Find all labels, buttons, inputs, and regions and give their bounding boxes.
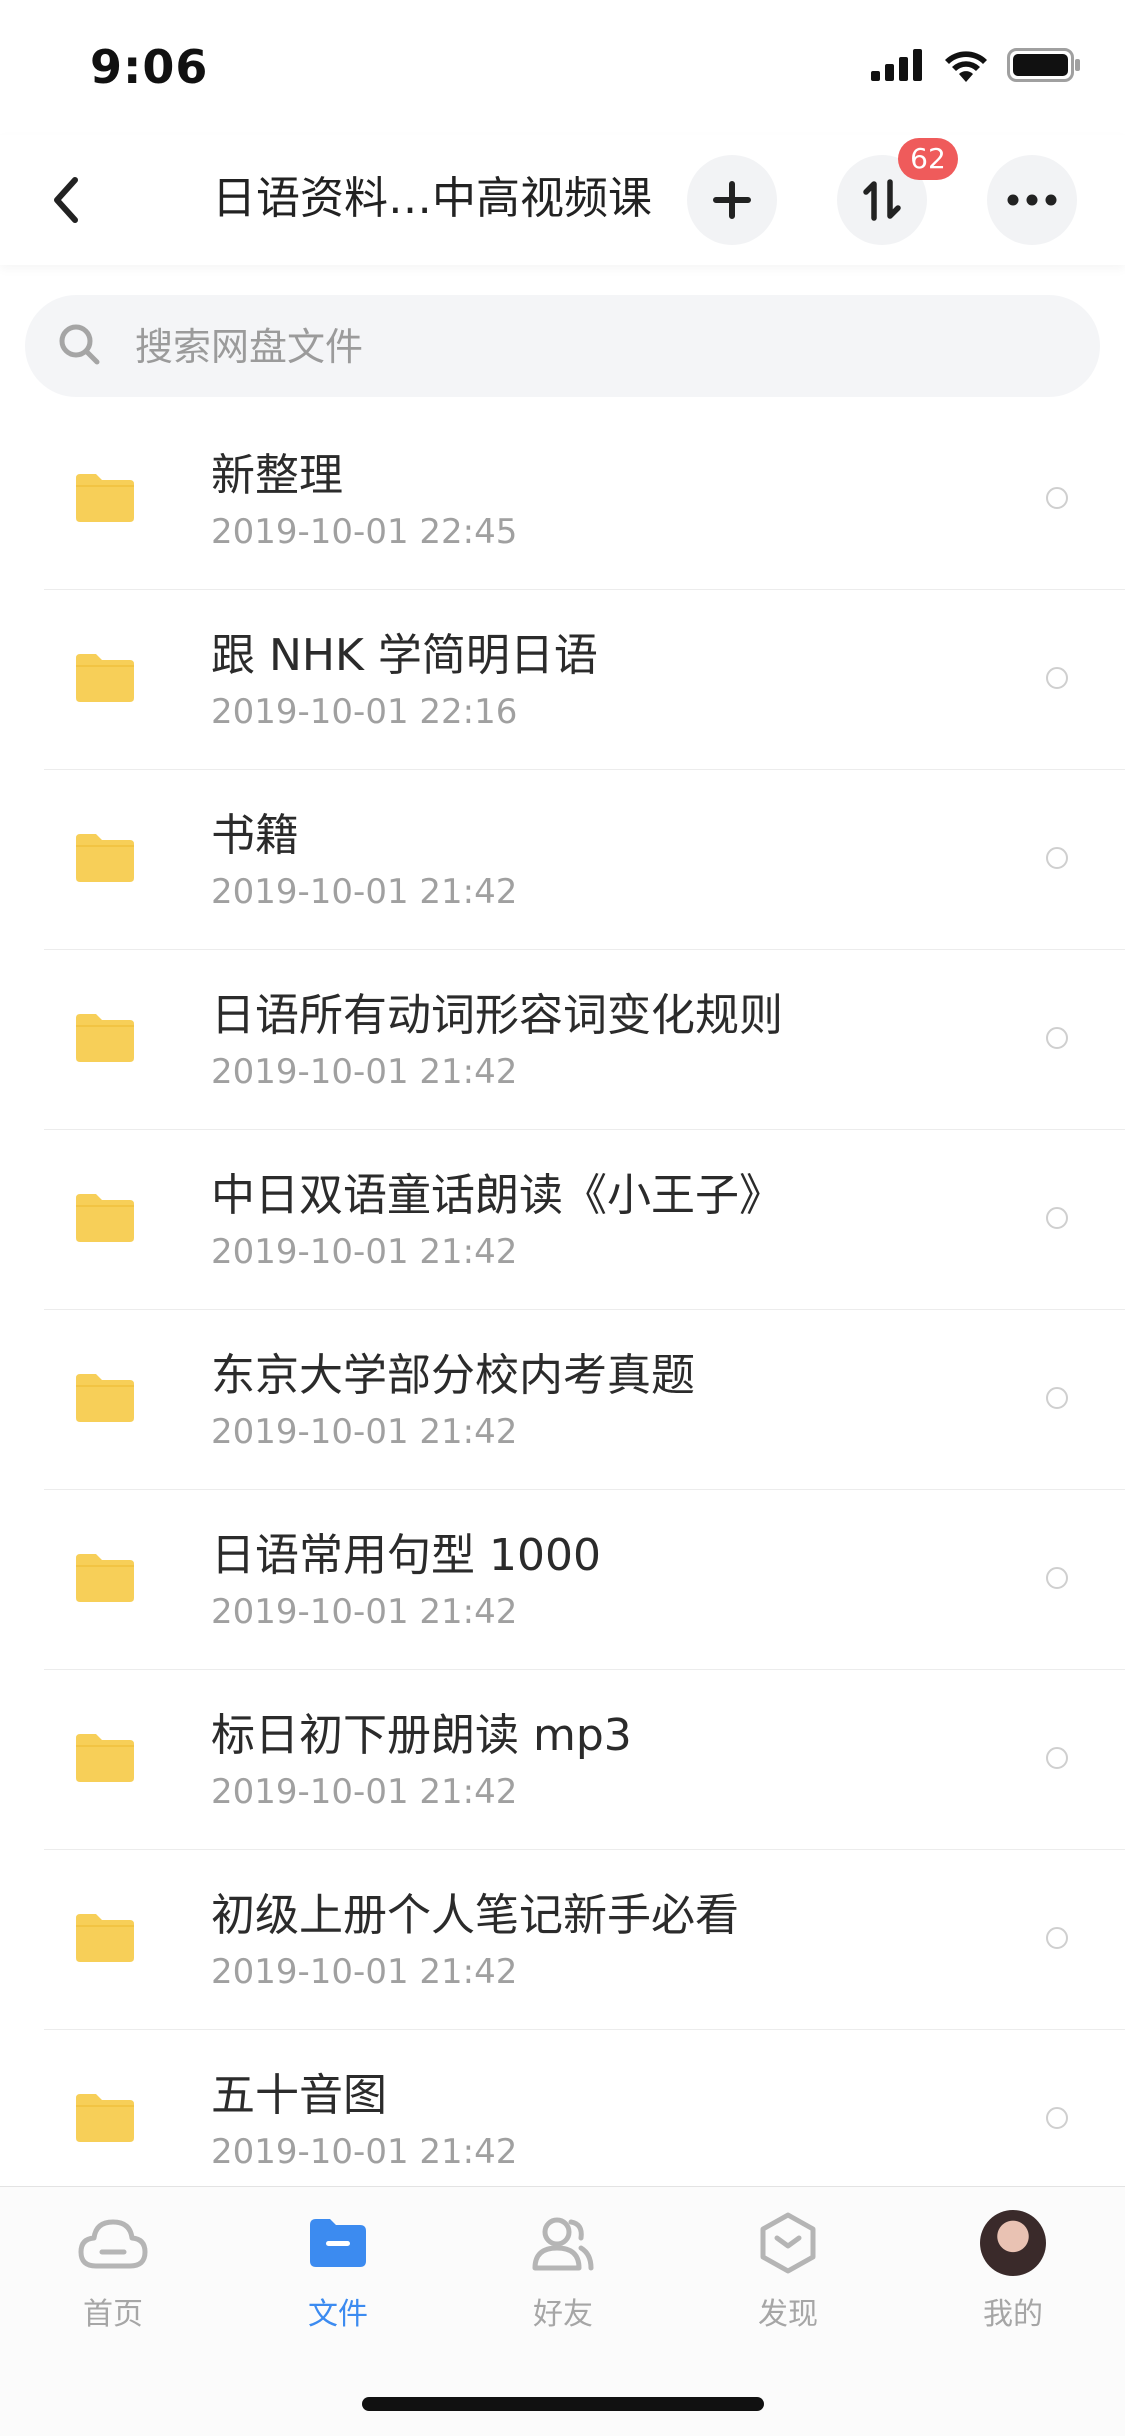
folder-icon bbox=[76, 1374, 134, 1422]
file-date: 2019-10-01 21:42 bbox=[211, 1232, 518, 1272]
status-bar: 9:06 bbox=[0, 0, 1125, 135]
folder-icon bbox=[76, 2094, 134, 2142]
back-button[interactable] bbox=[36, 167, 96, 233]
app-screen: 9:06 日语资料…中高视频课 62 搜索网盘文件 新整理 2019-10-01… bbox=[0, 0, 1125, 2436]
file-row[interactable]: 书籍 2019-10-01 21:42 bbox=[0, 770, 1125, 950]
file-date: 2019-10-01 21:42 bbox=[211, 1052, 518, 1092]
select-checkbox[interactable] bbox=[1046, 487, 1068, 509]
file-row[interactable]: 日语常用句型 1000 2019-10-01 21:42 bbox=[0, 1490, 1125, 1670]
file-row[interactable]: 东京大学部分校内考真题 2019-10-01 21:42 bbox=[0, 1310, 1125, 1490]
file-name: 跟 NHK 学简明日语 bbox=[211, 630, 598, 681]
page-title: 日语资料…中高视频课 bbox=[212, 173, 652, 224]
tab-discover[interactable]: 发现 bbox=[708, 2207, 868, 2337]
signal-icon bbox=[871, 49, 922, 81]
file-date: 2019-10-01 21:42 bbox=[211, 1772, 518, 1812]
file-row[interactable]: 日语所有动词形容词变化规则 2019-10-01 21:42 bbox=[0, 950, 1125, 1130]
add-button[interactable] bbox=[687, 155, 777, 245]
file-list: 新整理 2019-10-01 22:45 跟 NHK 学简明日语 2019-10… bbox=[0, 410, 1125, 2210]
friends-icon bbox=[532, 2217, 594, 2271]
file-date: 2019-10-01 21:42 bbox=[211, 1412, 518, 1452]
file-name: 日语常用句型 1000 bbox=[211, 1530, 601, 1581]
file-row[interactable]: 标日初下册朗读 mp3 2019-10-01 21:42 bbox=[0, 1670, 1125, 1850]
transfer-arrows-icon bbox=[863, 179, 901, 221]
file-name: 日语所有动词形容词变化规则 bbox=[211, 990, 783, 1041]
file-name: 东京大学部分校内考真题 bbox=[211, 1350, 695, 1401]
file-name: 中日双语童话朗读《小王子》 bbox=[211, 1170, 783, 1221]
discover-icon bbox=[760, 2212, 816, 2274]
select-checkbox[interactable] bbox=[1046, 1027, 1068, 1049]
folder-icon bbox=[76, 474, 134, 522]
folder-icon bbox=[76, 1554, 134, 1602]
tab-label: 我的 bbox=[983, 2297, 1043, 2332]
select-checkbox[interactable] bbox=[1046, 2107, 1068, 2129]
file-date: 2019-10-01 22:16 bbox=[211, 692, 518, 732]
wifi-icon bbox=[945, 51, 987, 82]
battery-icon bbox=[1007, 48, 1080, 82]
chevron-left-icon bbox=[54, 177, 78, 223]
home-indicator[interactable] bbox=[362, 2397, 764, 2411]
file-date: 2019-10-01 22:45 bbox=[211, 512, 518, 552]
folder-icon bbox=[76, 1734, 134, 1782]
file-date: 2019-10-01 21:42 bbox=[211, 1592, 518, 1632]
status-icons bbox=[871, 48, 1081, 82]
select-checkbox[interactable] bbox=[1046, 1747, 1068, 1769]
select-checkbox[interactable] bbox=[1046, 1927, 1068, 1949]
tab-label: 好友 bbox=[533, 2297, 593, 2332]
file-row[interactable]: 跟 NHK 学简明日语 2019-10-01 22:16 bbox=[0, 590, 1125, 770]
more-dots-icon bbox=[1007, 194, 1057, 206]
folder-icon bbox=[310, 2219, 366, 2267]
search-bar[interactable] bbox=[25, 295, 1100, 399]
file-date: 2019-10-01 21:42 bbox=[211, 872, 518, 912]
tab-label: 首页 bbox=[83, 2297, 143, 2332]
folder-icon bbox=[76, 1194, 134, 1242]
file-row[interactable]: 新整理 2019-10-01 22:45 bbox=[0, 410, 1125, 590]
file-row[interactable]: 中日双语童话朗读《小王子》 2019-10-01 21:42 bbox=[0, 1130, 1125, 1310]
select-checkbox[interactable] bbox=[1046, 1387, 1068, 1409]
search-icon bbox=[59, 324, 100, 365]
tab-files[interactable]: 文件 bbox=[258, 2207, 418, 2337]
tab-mine[interactable]: 我的 bbox=[933, 2207, 1093, 2337]
select-checkbox[interactable] bbox=[1046, 1207, 1068, 1229]
file-row[interactable]: 初级上册个人笔记新手必看 2019-10-01 21:42 bbox=[0, 1850, 1125, 2030]
folder-icon bbox=[76, 1914, 134, 1962]
tab-friends[interactable]: 好友 bbox=[483, 2207, 643, 2337]
tab-label: 文件 bbox=[308, 2297, 368, 2332]
cloud-icon bbox=[78, 2219, 148, 2269]
folder-icon bbox=[76, 654, 134, 702]
file-name: 标日初下册朗读 mp3 bbox=[211, 1710, 632, 1761]
file-date: 2019-10-01 21:42 bbox=[211, 2132, 518, 2172]
file-name: 书籍 bbox=[211, 810, 299, 861]
status-time: 9:06 bbox=[90, 40, 209, 94]
tab-label: 发现 bbox=[758, 2297, 818, 2332]
tab-home[interactable]: 首页 bbox=[33, 2207, 193, 2337]
search-input[interactable] bbox=[133, 295, 1037, 399]
avatar bbox=[980, 2210, 1046, 2276]
file-row[interactable]: 五十音图 2019-10-01 21:42 bbox=[0, 2030, 1125, 2210]
plus-icon bbox=[713, 181, 751, 219]
transfer-count-badge: 62 bbox=[898, 138, 958, 180]
file-name: 新整理 bbox=[211, 450, 343, 501]
folder-icon bbox=[76, 1014, 134, 1062]
file-date: 2019-10-01 21:42 bbox=[211, 1952, 518, 1992]
select-checkbox[interactable] bbox=[1046, 667, 1068, 689]
file-name: 初级上册个人笔记新手必看 bbox=[211, 1890, 739, 1941]
select-checkbox[interactable] bbox=[1046, 847, 1068, 869]
folder-icon bbox=[76, 834, 134, 882]
select-checkbox[interactable] bbox=[1046, 1567, 1068, 1589]
file-name: 五十音图 bbox=[211, 2070, 387, 2121]
more-button[interactable] bbox=[987, 155, 1077, 245]
